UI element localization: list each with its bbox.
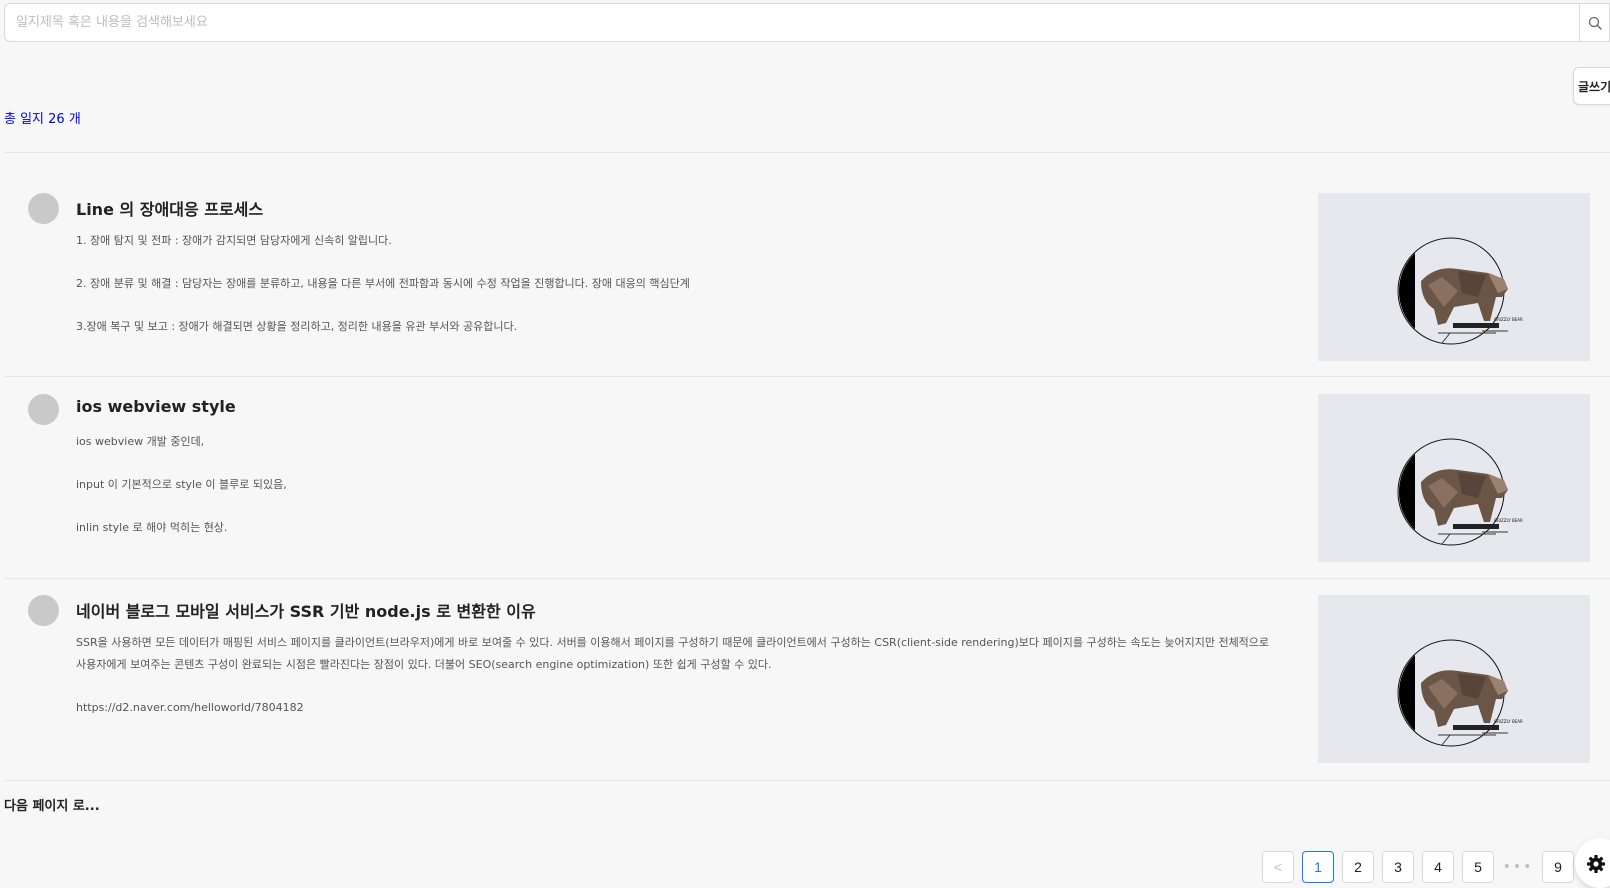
divider <box>4 578 1610 579</box>
gear-icon <box>1587 855 1605 873</box>
page-button-last[interactable]: 9 <box>1542 851 1574 883</box>
post-item[interactable]: ios webview style ios webview 개발 중인데, in… <box>0 394 1610 594</box>
post-line: input 이 기본적으로 style 이 블루로 되있음, <box>76 478 287 491</box>
avatar <box>28 193 59 224</box>
search-button[interactable] <box>1579 4 1609 41</box>
divider <box>4 376 1610 377</box>
post-thumbnail[interactable]: GRIZZLY BEAR <box>1318 394 1590 562</box>
post-line: ios webview 개발 중인데, <box>76 435 205 448</box>
post-body: SSR을 사용하면 모든 데이터가 매핑된 서비스 페이지를 클라이언트(브라우… <box>76 632 1276 740</box>
write-button[interactable]: 글쓰기 <box>1573 67 1610 105</box>
search-input[interactable] <box>5 4 1579 41</box>
grizzly-bear-logo: GRIZZLY BEAR <box>1397 438 1523 546</box>
thumbnail-logo-text: GRIZZLY BEAR <box>1494 518 1523 523</box>
divider <box>4 780 1610 781</box>
page-button-3[interactable]: 3 <box>1382 851 1414 883</box>
post-body: ios webview 개발 중인데, input 이 기본적으로 style … <box>76 431 1276 560</box>
post-line: inlin style 로 해야 먹히는 현상. <box>76 521 228 534</box>
post-title[interactable]: Line 의 장애대응 프로세스 <box>76 196 263 220</box>
avatar <box>28 394 59 425</box>
post-title[interactable]: ios webview style <box>76 397 236 416</box>
post-line: 2. 장애 분류 및 해결 : 담당자는 장애를 분류하고, 내용을 다른 부서… <box>76 277 690 290</box>
thumbnail-logo-text: GRIZZLY BEAR <box>1494 719 1523 724</box>
post-item[interactable]: Line 의 장애대응 프로세스 1. 장애 탐지 및 전파 : 장애가 감지되… <box>0 193 1610 393</box>
post-line: https://d2.naver.com/helloworld/7804182 <box>76 701 304 714</box>
post-body: 1. 장애 탐지 및 전파 : 장애가 감지되면 담당자에게 신속히 알립니다.… <box>76 230 1276 359</box>
post-line: SSR을 사용하면 모든 데이터가 매핑된 서비스 페이지를 클라이언트(브라우… <box>76 636 1270 671</box>
post-title[interactable]: 네이버 블로그 모바일 서비스가 SSR 기반 node.js 로 변환한 이유 <box>76 598 536 622</box>
page-ellipsis[interactable]: ••• <box>1502 851 1534 883</box>
page-button-4[interactable]: 4 <box>1422 851 1454 883</box>
thumbnail-logo-text: GRIZZLY BEAR <box>1494 317 1523 322</box>
avatar <box>28 595 59 626</box>
grizzly-bear-logo: GRIZZLY BEAR <box>1397 237 1523 345</box>
divider <box>4 152 1610 153</box>
post-thumbnail[interactable]: GRIZZLY BEAR <box>1318 193 1590 361</box>
search-bar <box>4 3 1610 42</box>
next-page-link[interactable]: 다음 페이지 로... <box>4 795 100 814</box>
pagination: < 1 2 3 4 5 ••• 9 <box>1262 851 1574 883</box>
post-line: 1. 장애 탐지 및 전파 : 장애가 감지되면 담당자에게 신속히 알립니다. <box>76 234 392 247</box>
prev-page-button[interactable]: < <box>1262 851 1294 883</box>
post-item[interactable]: 네이버 블로그 모바일 서비스가 SSR 기반 node.js 로 변환한 이유… <box>0 595 1610 795</box>
post-line: 3.장애 복구 및 보고 : 장애가 해결되면 상황을 정리하고, 정리한 내용… <box>76 320 518 333</box>
page-button-1[interactable]: 1 <box>1302 851 1334 883</box>
settings-button[interactable] <box>1575 838 1610 888</box>
search-icon <box>1588 16 1602 30</box>
page-button-2[interactable]: 2 <box>1342 851 1374 883</box>
page-button-5[interactable]: 5 <box>1462 851 1494 883</box>
post-thumbnail[interactable]: GRIZZLY BEAR <box>1318 595 1590 763</box>
total-count: 총 일지 26 개 <box>4 112 81 127</box>
grizzly-bear-logo: GRIZZLY BEAR <box>1397 639 1523 747</box>
